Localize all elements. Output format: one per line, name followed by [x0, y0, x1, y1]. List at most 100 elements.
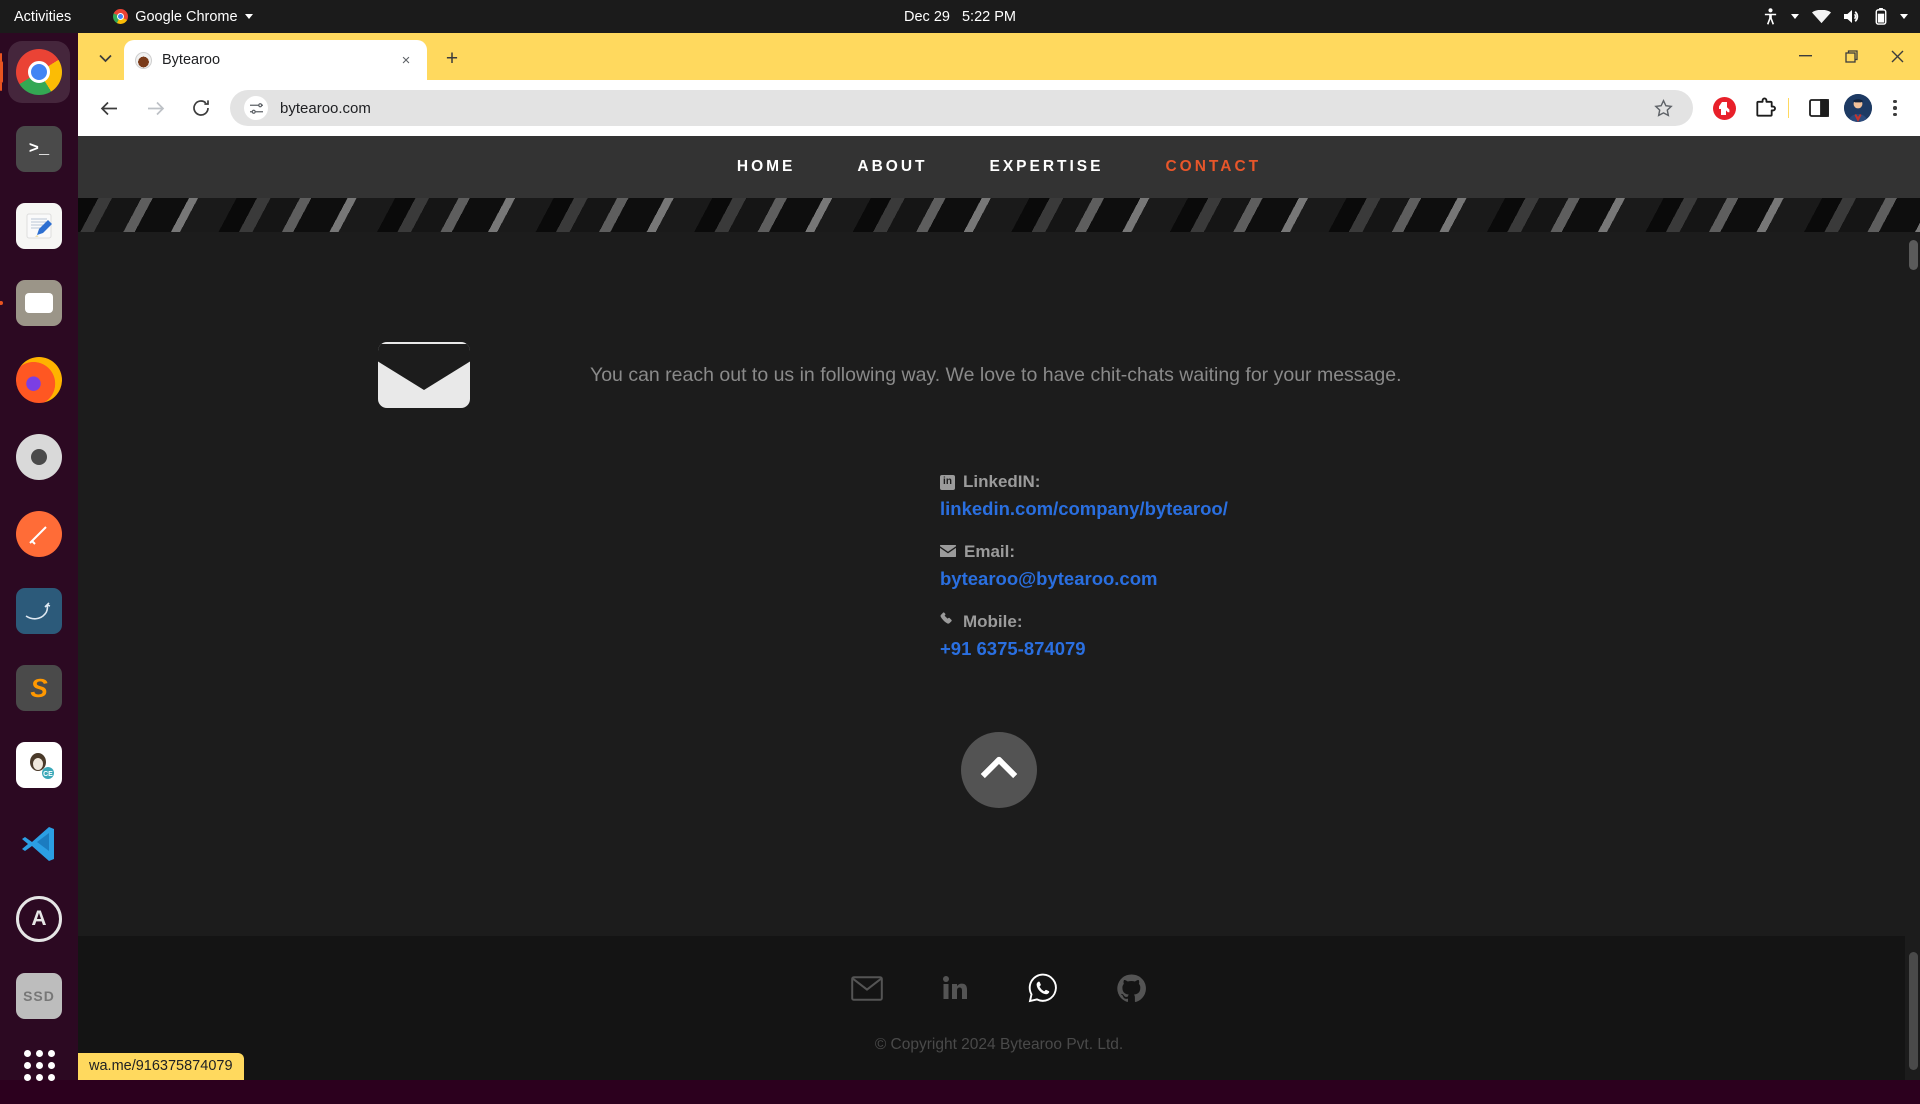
footer-email-icon[interactable] — [849, 970, 885, 1006]
dock-item-google-chrome[interactable] — [8, 41, 70, 103]
volume-icon[interactable] — [1844, 9, 1862, 24]
contact-mobile-label-row: Mobile: — [940, 612, 1228, 632]
gear-icon — [16, 434, 62, 480]
footer-copyright: © Copyright 2024 Bytearoo Pvt. Ltd. — [874, 1036, 1124, 1053]
address-bar-url[interactable]: bytearoo.com — [280, 100, 1635, 117]
ubuntu-dock: >_ S CE A SSD — [0, 33, 78, 1081]
drive-icon: SSD — [16, 973, 62, 1019]
chrome-icon — [16, 49, 62, 95]
new-tab-button[interactable]: + — [437, 44, 467, 74]
adblock-icon[interactable] — [1707, 91, 1741, 125]
contact-mobile-label: Mobile: — [963, 612, 1023, 631]
nav-about[interactable]: ABOUT — [826, 158, 958, 176]
envelope-icon — [378, 342, 470, 408]
site-favicon — [135, 51, 152, 69]
page-scrollbar[interactable] — [1905, 232, 1920, 1080]
clock-time: 5:22 PM — [961, 8, 1016, 25]
chevron-down-icon — [244, 14, 253, 19]
site-navigation: HOME ABOUT EXPERTISE CONTACT — [78, 136, 1920, 198]
footer-whatsapp-icon[interactable] — [1025, 970, 1061, 1006]
scrollbar-arrow-up[interactable] — [1909, 240, 1918, 270]
app-menu-chrome[interactable]: Google Chrome — [113, 8, 253, 25]
window-controls — [1782, 39, 1920, 73]
dock-item-postman[interactable] — [8, 503, 70, 565]
phone-icon — [940, 612, 955, 632]
tune-icon[interactable] — [244, 96, 268, 120]
back-button[interactable] — [89, 88, 129, 128]
chrome-menu-icon[interactable] — [1878, 91, 1912, 125]
chrome-window: Bytearoo × + bytearoo.com HOME ABOUT EXP… — [78, 33, 1920, 1080]
tab-strip: Bytearoo × + — [78, 33, 1920, 80]
reload-button[interactable] — [181, 88, 221, 128]
chevron-up-icon — [980, 755, 1018, 792]
scroll-to-top-button[interactable] — [961, 732, 1037, 808]
contact-linkedin-label: LinkedIN: — [963, 472, 1041, 491]
dock-item-ubuntu-software[interactable]: A — [8, 888, 70, 950]
hero-stripe-banner — [78, 198, 1920, 232]
footer-socials — [78, 970, 1920, 1006]
contact-linkedin-value[interactable]: linkedin.com/company/bytearoo/ — [940, 498, 1228, 520]
browser-toolbar: bytearoo.com — [78, 80, 1920, 136]
contact-linkedin-label-row: in LinkedIN: — [940, 472, 1228, 492]
contact-email-label-row: Email: — [940, 542, 1228, 562]
dock-item-vs-code[interactable] — [8, 811, 70, 873]
dock-item-dbeaver[interactable]: CE — [8, 734, 70, 796]
nav-expertise[interactable]: EXPERTISE — [958, 158, 1134, 176]
scrollbar-thumb[interactable] — [1909, 952, 1918, 1070]
dock-item-settings[interactable] — [8, 426, 70, 488]
dock-item-files[interactable] — [8, 272, 70, 334]
nav-home[interactable]: HOME — [706, 158, 827, 176]
forward-button[interactable] — [135, 88, 175, 128]
chevron-down-icon[interactable] — [1900, 14, 1908, 19]
contact-intro-text: You can reach out to us in following way… — [590, 363, 1402, 386]
contact-email-value[interactable]: bytearoo@bytearoo.com — [940, 568, 1228, 590]
footer-linkedin-icon[interactable] — [937, 970, 973, 1006]
site-footer: © Copyright 2024 Bytearoo Pvt. Ltd. — [78, 936, 1920, 1080]
activities-button[interactable]: Activities — [14, 9, 71, 25]
bookmark-star-icon[interactable] — [1647, 92, 1679, 124]
accessibility-icon[interactable] — [1763, 8, 1778, 25]
postman-icon — [16, 511, 62, 557]
wifi-icon[interactable] — [1812, 9, 1831, 24]
tab-title: Bytearoo — [162, 52, 221, 68]
firefox-icon — [16, 357, 62, 403]
chevron-down-icon[interactable] — [1791, 14, 1799, 19]
dolphin-icon — [16, 588, 62, 634]
contact-email: Email: bytearoo@bytearoo.com — [940, 542, 1228, 590]
contact-linkedin: in LinkedIN: linkedin.com/company/bytear… — [940, 472, 1228, 520]
contact-email-label: Email: — [964, 542, 1016, 561]
toolbar-divider — [1788, 98, 1789, 118]
app-grid-icon — [16, 1050, 62, 1096]
battery-icon[interactable] — [1875, 8, 1887, 25]
ubuntu-software-icon: A — [16, 896, 62, 942]
omnibox[interactable]: bytearoo.com — [230, 90, 1693, 126]
contact-section: You can reach out to us in following way… — [78, 232, 1920, 1080]
profile-avatar[interactable] — [1844, 94, 1872, 122]
system-tray[interactable] — [1763, 8, 1908, 25]
envelope-icon — [940, 542, 956, 562]
maximize-button[interactable] — [1828, 39, 1874, 73]
dock-item-terminal[interactable]: >_ — [8, 118, 70, 180]
status-bar-link-preview: wa.me/916375874079 — [78, 1053, 244, 1080]
linkedin-icon: in — [940, 474, 955, 490]
dock-item-text-editor[interactable] — [8, 195, 70, 257]
tab-search-button[interactable] — [88, 41, 122, 75]
clock[interactable]: Dec 29 5:22 PM — [904, 9, 1016, 25]
side-panel-icon[interactable] — [1802, 91, 1836, 125]
nav-contact[interactable]: CONTACT — [1134, 158, 1292, 176]
dock-item-ssd-drive[interactable]: SSD — [8, 965, 70, 1027]
footer-github-icon[interactable] — [1113, 970, 1149, 1006]
close-button[interactable] — [1874, 39, 1920, 73]
close-icon[interactable]: × — [396, 50, 416, 70]
app-menu-label: Google Chrome — [135, 8, 238, 25]
browser-tab[interactable]: Bytearoo × — [124, 40, 427, 80]
minimize-button[interactable] — [1782, 39, 1828, 73]
clock-date: Dec 29 — [904, 8, 950, 25]
dock-item-mysql-workbench[interactable] — [8, 580, 70, 642]
contact-mobile-value[interactable]: +91 6375-874079 — [940, 638, 1228, 660]
page-viewport: HOME ABOUT EXPERTISE CONTACT You can rea… — [78, 136, 1920, 1080]
dock-item-firefox[interactable] — [8, 349, 70, 411]
extensions-icon[interactable] — [1747, 91, 1781, 125]
dock-item-sublime-text[interactable]: S — [8, 657, 70, 719]
dock-item-show-apps[interactable] — [8, 1042, 70, 1104]
